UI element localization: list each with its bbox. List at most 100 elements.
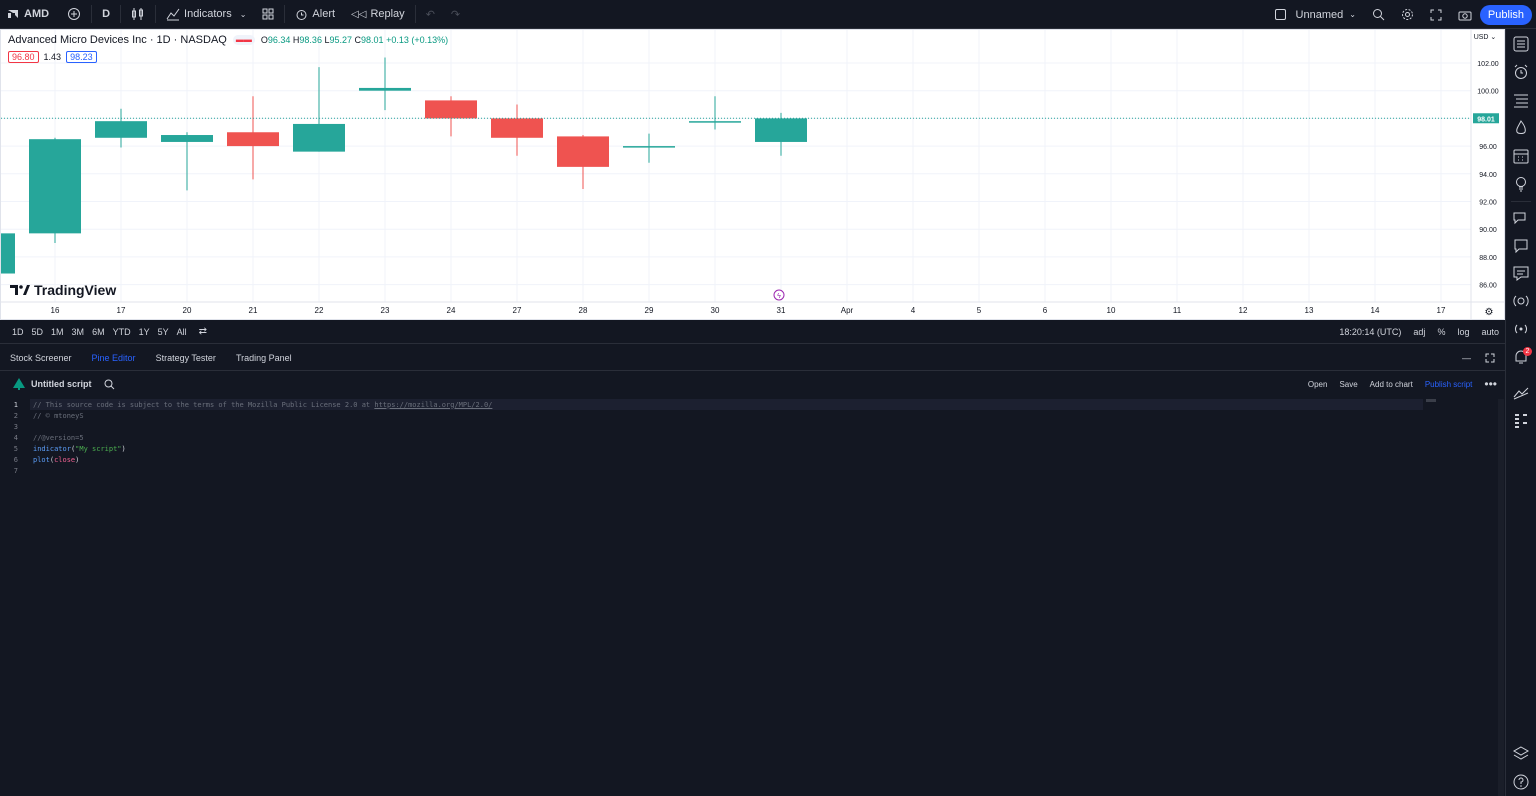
chart-type-button[interactable] bbox=[123, 0, 153, 29]
script-name[interactable]: Untitled script bbox=[31, 379, 92, 389]
symbol-search-button[interactable]: AMD bbox=[0, 0, 59, 29]
indicators-button[interactable]: Indicators ⌄ bbox=[158, 0, 254, 29]
code-line[interactable]: 4 //@version=5 bbox=[0, 432, 84, 443]
line-number: 6 bbox=[13, 455, 18, 464]
candlestick-chart[interactable]: 16 17 20 21 22 23 24 27 28 29 30 31 Apr 4 5 6 10 11 12 13 14… bbox=[1, 30, 1504, 319]
maximize-icon[interactable] bbox=[1485, 353, 1495, 363]
search-icon[interactable] bbox=[104, 379, 115, 390]
search-icon bbox=[1372, 9, 1385, 21]
code-line[interactable]: 1 // This source code is subject to the … bbox=[0, 399, 493, 410]
legend-toggle-icon[interactable]: ▬▬ bbox=[232, 35, 255, 45]
change-value: +0.13 (+0.13%) bbox=[386, 35, 449, 45]
code-line[interactable]: 6 plot(close) bbox=[0, 454, 80, 465]
candle-body bbox=[359, 87, 411, 91]
fullscreen-icon bbox=[1430, 9, 1442, 20]
watchlist-icon[interactable] bbox=[1513, 36, 1529, 52]
log-toggle[interactable]: log bbox=[1457, 327, 1469, 337]
range-button-1m[interactable]: 1M bbox=[47, 327, 68, 337]
tab-stock-screener[interactable]: Stock Screener bbox=[0, 353, 82, 363]
alarm-clock-icon[interactable] bbox=[1513, 64, 1529, 80]
range-button-1y[interactable]: 1Y bbox=[135, 327, 154, 337]
paren-token: ) bbox=[75, 455, 80, 464]
sell-price-button[interactable]: 96.80 bbox=[8, 51, 39, 63]
range-button-3m[interactable]: 3M bbox=[68, 327, 89, 337]
chart-legend: Advanced Micro Devices Inc · 1D · NASDAQ… bbox=[8, 34, 448, 46]
range-button-1d[interactable]: 1D bbox=[8, 327, 28, 337]
save-script-button[interactable]: Save bbox=[1339, 380, 1357, 389]
layers-icon[interactable] bbox=[1513, 746, 1529, 762]
editor-scrollbar[interactable] bbox=[1498, 399, 1504, 796]
x-tick-label: 13 bbox=[1305, 306, 1314, 315]
ideas-bulb-icon[interactable] bbox=[1513, 176, 1529, 192]
buy-price-button[interactable]: 98.23 bbox=[66, 51, 97, 63]
trade-chart-icon[interactable] bbox=[1513, 385, 1529, 401]
range-button-all[interactable]: All bbox=[173, 327, 191, 337]
publish-script-button[interactable]: Publish script bbox=[1425, 380, 1473, 389]
layout-button[interactable]: Unnamed ⌄ bbox=[1267, 0, 1364, 29]
snapshot-button[interactable] bbox=[1450, 0, 1480, 29]
compare-symbol-button[interactable] bbox=[59, 0, 89, 29]
chart-settings-icon[interactable]: ⚙ bbox=[1485, 307, 1494, 318]
tab-pine-editor[interactable]: Pine Editor bbox=[82, 353, 146, 363]
signal-icon[interactable] bbox=[1513, 321, 1529, 337]
currency-label[interactable]: USD ⌄ bbox=[1474, 34, 1497, 41]
hotlist-flame-icon[interactable] bbox=[1513, 120, 1529, 136]
top-toolbar-right: Unnamed ⌄ Publish bbox=[1267, 0, 1536, 29]
gear-icon bbox=[1401, 9, 1413, 20]
minimap[interactable] bbox=[1426, 399, 1436, 402]
fullscreen-button[interactable] bbox=[1422, 0, 1450, 29]
undo-button[interactable]: ↶ bbox=[418, 0, 443, 29]
goto-date-icon[interactable]: ⇄ bbox=[199, 326, 207, 337]
minimize-icon[interactable]: — bbox=[1462, 353, 1471, 363]
range-button-5y[interactable]: 5Y bbox=[154, 327, 173, 337]
adj-toggle[interactable]: adj bbox=[1413, 327, 1425, 337]
idea-stream-icon[interactable] bbox=[1513, 293, 1529, 309]
templates-button[interactable] bbox=[254, 0, 282, 29]
chart-pane[interactable]: 16 17 20 21 22 23 24 27 28 29 30 31 Apr 4 5 6 10 11 12 13 14… bbox=[0, 29, 1505, 320]
tab-trading-panel[interactable]: Trading Panel bbox=[226, 353, 302, 363]
chevron-down-icon: ⌄ bbox=[239, 9, 247, 19]
percent-toggle[interactable]: % bbox=[1437, 327, 1445, 337]
calendar-icon[interactable] bbox=[1513, 148, 1529, 164]
replay-label: Replay bbox=[370, 8, 405, 20]
candle-body bbox=[557, 136, 609, 167]
chat-bubbles-icon[interactable] bbox=[1513, 209, 1529, 225]
tradingview-logo[interactable]: TradingView bbox=[10, 282, 116, 298]
help-question-icon[interactable] bbox=[1513, 774, 1529, 790]
more-icon[interactable]: ••• bbox=[1484, 377, 1497, 391]
dom-ladder-icon[interactable] bbox=[1513, 413, 1529, 429]
x-tick-label: 31 bbox=[777, 306, 786, 315]
add-to-chart-button[interactable]: Add to chart bbox=[1370, 380, 1413, 389]
settings-button[interactable] bbox=[1393, 0, 1422, 29]
interval-button[interactable]: D bbox=[94, 0, 118, 29]
x-tick-label: 11 bbox=[1173, 306, 1182, 315]
alert-button[interactable]: Alert bbox=[287, 0, 343, 29]
code-line[interactable]: 7 bbox=[0, 465, 33, 476]
quick-search-button[interactable] bbox=[1364, 0, 1393, 29]
publish-button[interactable]: Publish bbox=[1479, 4, 1532, 25]
auto-toggle[interactable]: auto bbox=[1481, 327, 1499, 337]
code-line[interactable]: 2 // © mtoneyS bbox=[0, 410, 84, 421]
code-editor[interactable]: 1 // This source code is subject to the … bbox=[0, 399, 1505, 796]
utc-clock[interactable]: 18:20:14 (UTC) bbox=[1339, 327, 1401, 337]
x-tick-label: 21 bbox=[249, 306, 258, 315]
x-tick-label: 6 bbox=[1043, 306, 1048, 315]
replay-button[interactable]: ◁◁ Replay bbox=[343, 0, 413, 29]
open-script-button[interactable]: Open bbox=[1308, 380, 1328, 389]
alert-label: Alert bbox=[312, 8, 336, 20]
messages-icon[interactable] bbox=[1513, 265, 1529, 281]
y-tick-label: 96.00 bbox=[1479, 144, 1497, 151]
redo-button[interactable]: ↷ bbox=[443, 0, 468, 29]
range-button-ytd[interactable]: YTD bbox=[109, 327, 135, 337]
code-line[interactable]: 5 indicator("My script") bbox=[0, 443, 126, 454]
data-window-icon[interactable] bbox=[1513, 92, 1529, 108]
license-link[interactable]: https://mozilla.org/MPL/2.0/ bbox=[374, 401, 492, 409]
code-text: // This source code is subject to the te… bbox=[33, 401, 492, 409]
streams-icon[interactable] bbox=[1513, 237, 1529, 253]
tab-strategy-tester[interactable]: Strategy Tester bbox=[146, 353, 226, 363]
divider bbox=[414, 5, 416, 23]
plus-circle-icon bbox=[68, 8, 81, 20]
range-button-5d[interactable]: 5D bbox=[28, 327, 48, 337]
code-line[interactable]: 3 bbox=[0, 421, 33, 432]
range-button-6m[interactable]: 6M bbox=[88, 327, 109, 337]
